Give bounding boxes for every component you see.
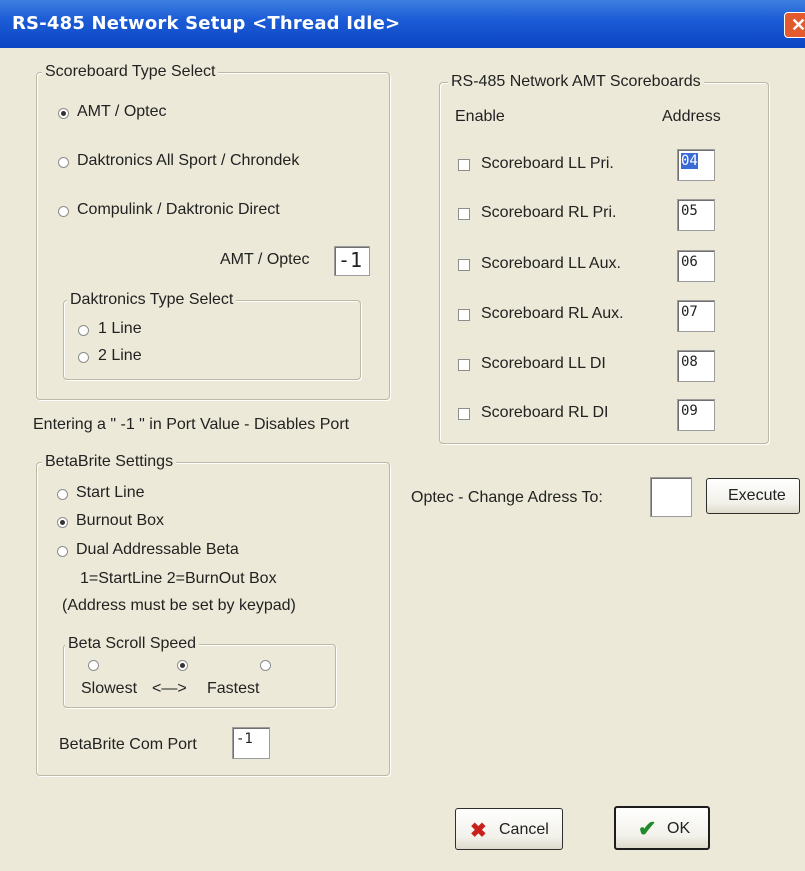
address-field-rl-aux[interactable]: 07 (677, 300, 715, 332)
port-disable-note: Entering a " -1 " in Port Value - Disabl… (33, 416, 350, 433)
radio-start-line-label[interactable]: Start Line (76, 484, 144, 502)
execute-button-label: Execute (728, 487, 786, 504)
enable-checkbox-rl-aux[interactable] (458, 309, 470, 321)
enable-checkbox-ll-di[interactable] (458, 359, 470, 371)
radio-amt-optec-label[interactable]: AMT / Optec (77, 103, 167, 121)
ok-button[interactable]: ✔ OK (614, 806, 710, 850)
close-button[interactable]: ✕ (784, 12, 805, 38)
scroll-fastest-label: Fastest (207, 680, 260, 697)
daktronics-type-group (63, 300, 361, 380)
radio-start-line[interactable] (57, 489, 68, 500)
beta-scroll-speed-group (63, 644, 336, 708)
ok-button-label: OK (667, 820, 691, 837)
radio-daktronics-all-sport-label[interactable]: Daktronics All Sport / Chrondek (77, 152, 299, 170)
optec-change-address-label: Optec - Change Adress To: (411, 489, 603, 506)
title-bar[interactable]: RS-485 Network Setup <Thread Idle> ✕ (0, 0, 805, 48)
enable-checkbox-rl-di[interactable] (458, 408, 470, 420)
betabrite-address-note: 1=StartLine 2=BurnOut Box (80, 570, 277, 587)
daktronics-type-legend: Daktronics Type Select (67, 291, 237, 309)
radio-compulink[interactable] (58, 206, 69, 217)
amt-optec-port-field[interactable]: -1 (334, 246, 370, 276)
cancel-button-label: Cancel (499, 821, 549, 838)
radio-scroll-fastest[interactable] (260, 660, 271, 671)
scoreboard-rl-di-label[interactable]: Scoreboard RL DI (481, 404, 608, 422)
betabrite-com-port-field[interactable]: -1 (232, 727, 270, 759)
scoreboard-type-legend: Scoreboard Type Select (42, 63, 219, 81)
radio-1-line[interactable] (78, 325, 89, 336)
beta-scroll-speed-legend: Beta Scroll Speed (65, 635, 200, 653)
network-scoreboards-legend: RS-485 Network AMT Scoreboards (448, 73, 704, 91)
execute-button[interactable]: Execute (706, 478, 800, 514)
radio-compulink-label[interactable]: Compulink / Daktronic Direct (77, 201, 280, 219)
address-value-ll-pri: 04 (681, 153, 698, 169)
amt-optec-port-label: AMT / Optec (220, 251, 310, 268)
scoreboard-rl-aux-label[interactable]: Scoreboard RL Aux. (481, 305, 624, 323)
scoreboard-ll-di-label[interactable]: Scoreboard LL DI (481, 355, 606, 373)
enable-checkbox-ll-pri[interactable] (458, 159, 470, 171)
radio-2-line-label[interactable]: 2 Line (98, 347, 142, 365)
radio-1-line-label[interactable]: 1 Line (98, 320, 142, 338)
betabrite-keypad-note: (Address must be set by keypad) (62, 597, 296, 614)
ok-check-icon: ✔ (638, 816, 657, 841)
betabrite-com-port-label: BetaBrite Com Port (59, 736, 197, 753)
scoreboard-ll-pri-label[interactable]: Scoreboard LL Pri. (481, 155, 614, 173)
window-title: RS-485 Network Setup <Thread Idle> (12, 13, 401, 34)
optec-address-field[interactable] (650, 477, 692, 517)
radio-scroll-slowest[interactable] (88, 660, 99, 671)
close-icon: ✕ (791, 15, 805, 35)
radio-burnout-box-label[interactable]: Burnout Box (76, 512, 164, 530)
address-field-rl-di[interactable]: 09 (677, 399, 715, 431)
enable-checkbox-rl-pri[interactable] (458, 208, 470, 220)
betabrite-settings-legend: BetaBrite Settings (42, 453, 177, 471)
enable-column-header: Enable (455, 108, 505, 125)
scoreboard-ll-aux-label[interactable]: Scoreboard LL Aux. (481, 255, 621, 273)
betabrite-settings-group (36, 462, 390, 776)
dialog-window: RS-485 Network Setup <Thread Idle> ✕ Sco… (0, 0, 805, 871)
cancel-x-icon: ✖ (470, 820, 487, 842)
address-field-ll-di[interactable]: 08 (677, 350, 715, 382)
scroll-slowest-label: Slowest (81, 680, 138, 697)
radio-daktronics-all-sport[interactable] (58, 157, 69, 168)
cancel-button[interactable]: ✖ Cancel (455, 808, 563, 850)
scoreboard-rl-pri-label[interactable]: Scoreboard RL Pri. (481, 204, 616, 222)
address-column-header: Address (662, 108, 721, 125)
radio-burnout-box[interactable] (57, 517, 68, 528)
radio-dual-addressable-beta-label[interactable]: Dual Addressable Beta (76, 541, 239, 559)
radio-2-line[interactable] (78, 352, 89, 363)
radio-dual-addressable-beta[interactable] (57, 546, 68, 557)
address-field-ll-aux[interactable]: 06 (677, 250, 715, 282)
radio-amt-optec[interactable] (58, 108, 69, 119)
scroll-arrow: <—> (152, 680, 187, 697)
radio-scroll-medium[interactable] (177, 660, 188, 671)
enable-checkbox-ll-aux[interactable] (458, 259, 470, 271)
address-field-rl-pri[interactable]: 05 (677, 199, 715, 231)
address-field-ll-pri[interactable]: 04 (677, 149, 715, 181)
